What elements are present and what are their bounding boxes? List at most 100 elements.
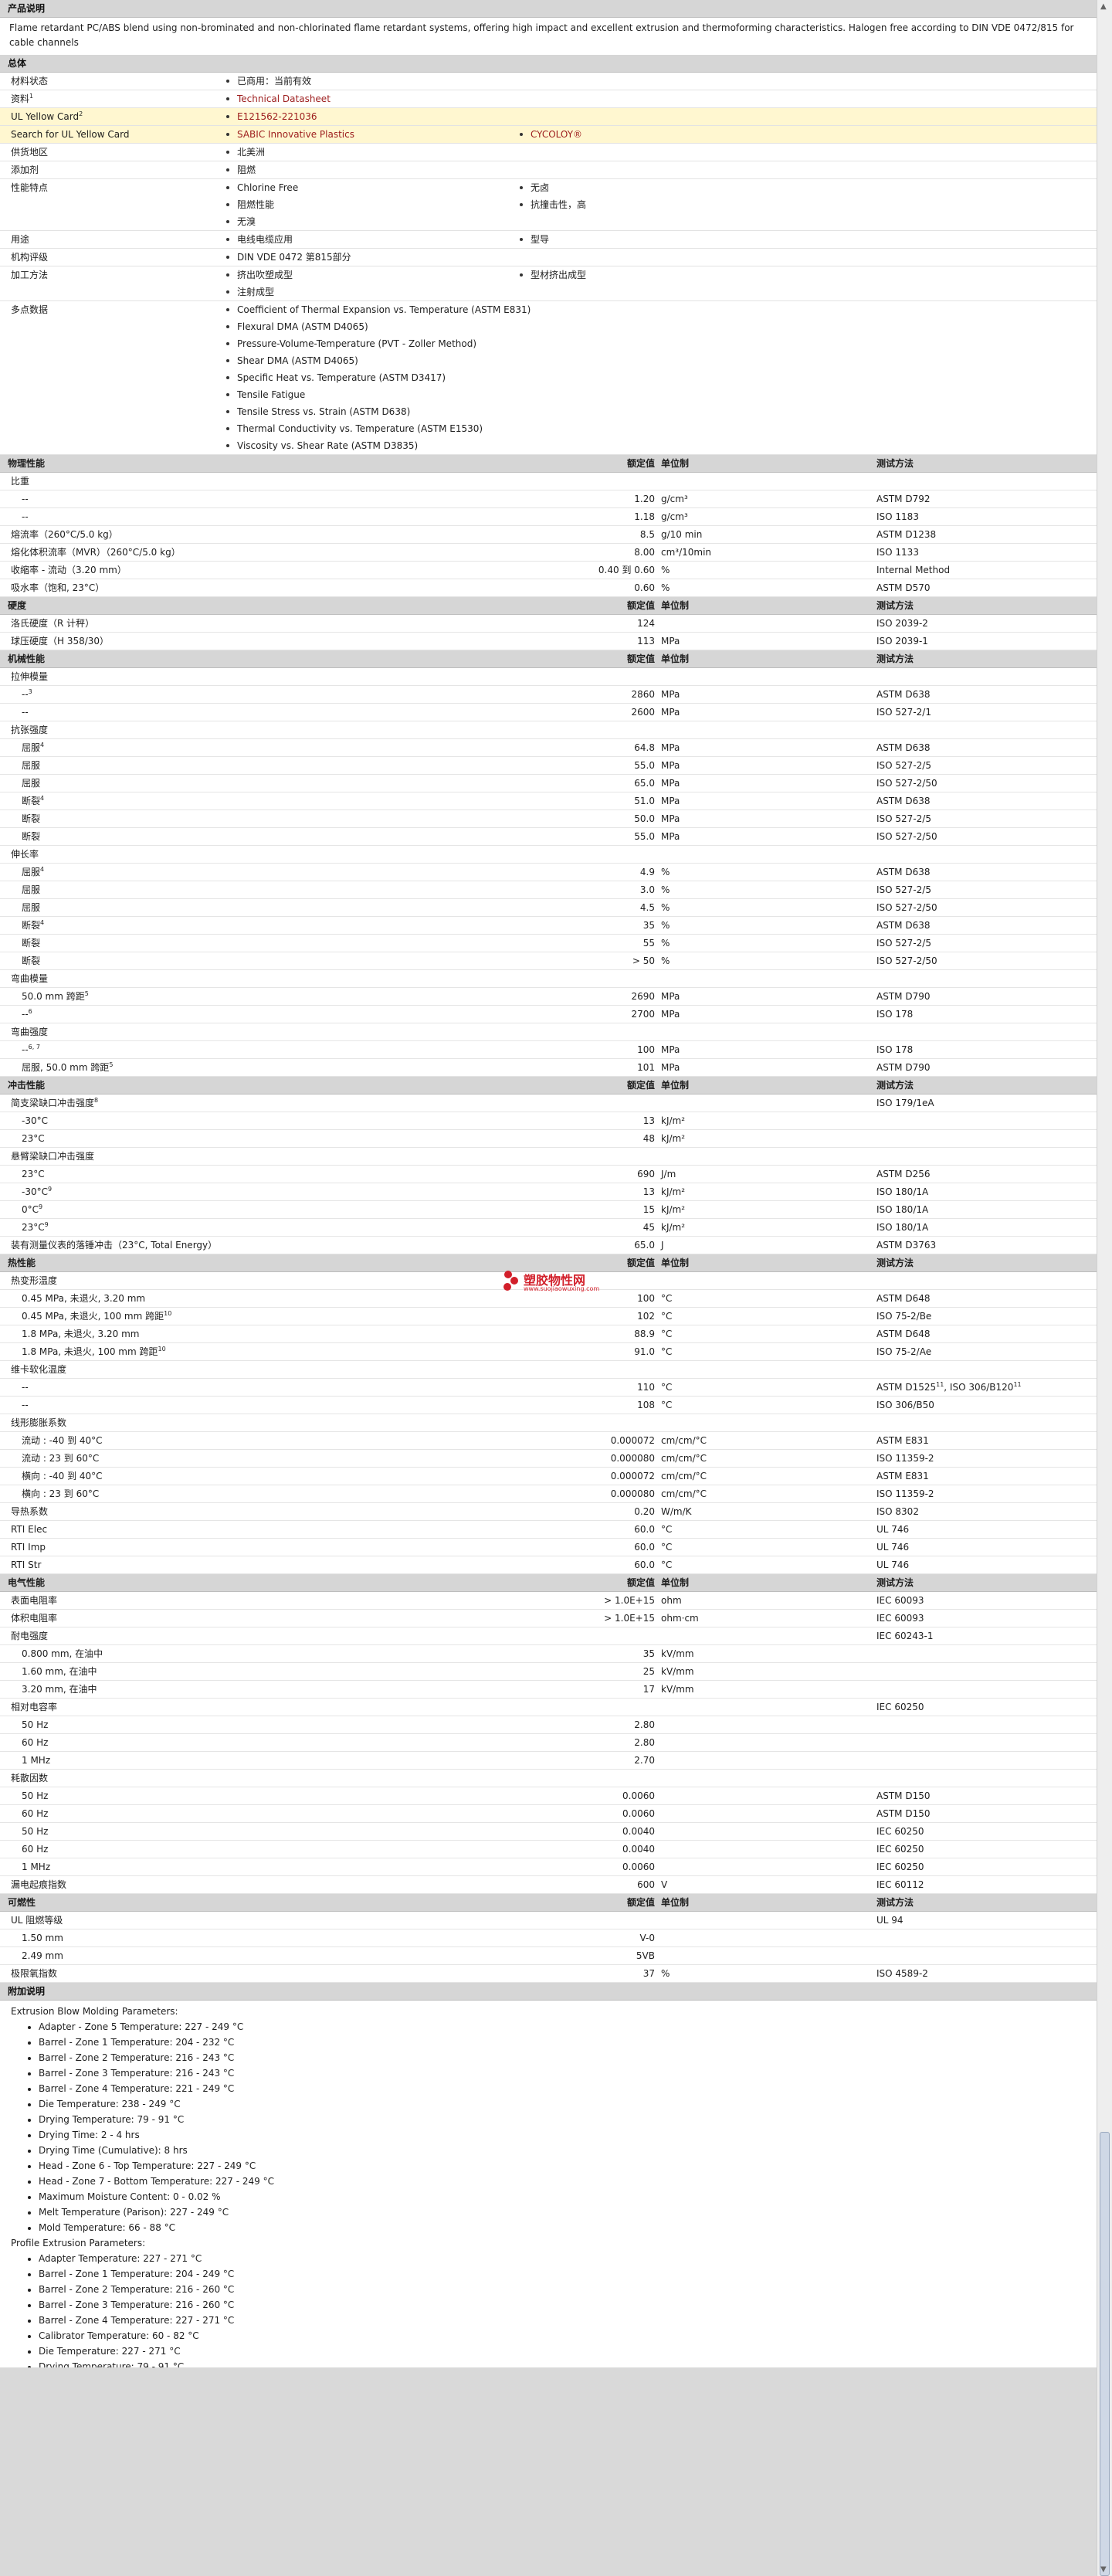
property-row: 2.49 mm 5VB bbox=[0, 1947, 1097, 1965]
property-unit bbox=[658, 1716, 876, 1733]
scrollbar-thumb[interactable] bbox=[1100, 2132, 1110, 2576]
property-label: --6, 7 bbox=[0, 1041, 587, 1058]
test-method-text: IEC 60250 bbox=[876, 1702, 924, 1712]
test-method-text: ASTM D638 bbox=[876, 796, 931, 806]
property-test-method: IEC 60250 bbox=[876, 1699, 1097, 1716]
scroll-down-icon[interactable]: ▼ bbox=[1100, 2565, 1107, 2574]
property-label-text: 屈服 bbox=[22, 778, 41, 789]
property-value: 37 bbox=[642, 1968, 655, 1979]
property-row: 屈服4 64.8 MPa ASTM D638 bbox=[0, 739, 1097, 757]
property-label-text: 横向 : -40 到 40°C bbox=[22, 1471, 103, 1481]
general-row: 资料1 Technical Datasheet bbox=[0, 90, 1097, 108]
property-label-text: 断裂 bbox=[22, 796, 41, 806]
property-label-text: 60 Hz bbox=[22, 1844, 49, 1855]
general-row: 机构评级 DIN VDE 0472 第815部分 bbox=[0, 249, 1097, 266]
property-value bbox=[587, 1699, 658, 1716]
property-label: 2.49 mm bbox=[0, 1947, 587, 1964]
test-method-text: ISO 527-2/1 bbox=[876, 707, 931, 718]
property-value bbox=[587, 970, 658, 987]
property-test-method: ISO 527-2/50 bbox=[876, 828, 1097, 845]
property-label: 屈服 bbox=[0, 881, 587, 898]
property-label: 1 MHz bbox=[0, 1752, 587, 1769]
property-value: 25 bbox=[642, 1666, 655, 1677]
general-row-label: 性能特点 bbox=[0, 179, 220, 230]
property-unit: % bbox=[661, 1968, 670, 1979]
property-label-text: 拉伸模量 bbox=[11, 671, 49, 682]
property-value: 1.20 bbox=[634, 494, 655, 504]
property-row: 1.8 MPa, 未退火, 3.20 mm 88.9 °C ASTM D648 bbox=[0, 1325, 1097, 1343]
property-unit bbox=[658, 615, 876, 632]
property-test-method: UL 94 bbox=[876, 1912, 1097, 1929]
property-value: 88.9 bbox=[634, 1329, 655, 1339]
property-label-text: 极限氧指数 bbox=[11, 1968, 58, 1979]
test-method-text: UL 746 bbox=[876, 1560, 910, 1570]
test-method-text: ISO 1183 bbox=[876, 511, 919, 522]
scroll-up-icon[interactable]: ▲ bbox=[1100, 2, 1107, 11]
property-test-method: ISO 11359-2 bbox=[876, 1450, 1097, 1467]
property-value: 13 bbox=[642, 1186, 655, 1197]
property-value: 5VB bbox=[636, 1950, 655, 1961]
property-test-method: IEC 60250 bbox=[876, 1841, 1097, 1858]
property-unit: MPa bbox=[661, 742, 680, 753]
property-value: 600 bbox=[637, 1879, 655, 1890]
property-label: 屈服4 bbox=[0, 864, 587, 881]
property-value: 35 bbox=[642, 1648, 655, 1659]
property-row: 流动 : -40 到 40°C 0.000072 cm/cm/°C ASTM E831 bbox=[0, 1432, 1097, 1450]
property-label: 0.800 mm, 在油中 bbox=[0, 1645, 587, 1662]
property-section-header: 硬度 额定值 单位制 测试方法 bbox=[0, 597, 1097, 615]
vertical-scrollbar[interactable]: ▲ ▼ bbox=[1097, 0, 1112, 2576]
general-link[interactable]: Technical Datasheet bbox=[220, 90, 514, 107]
general-label-text: 加工方法 bbox=[11, 270, 49, 280]
property-value: 0.0060 bbox=[622, 1808, 655, 1819]
property-unit bbox=[658, 1148, 876, 1165]
general-value: 型导 bbox=[514, 231, 807, 248]
property-unit: cm/cm/°C bbox=[661, 1435, 707, 1446]
general-link[interactable]: E121562-221036 bbox=[220, 108, 514, 125]
property-value: 51.0 bbox=[634, 796, 655, 806]
property-label-text: -- bbox=[22, 707, 29, 718]
property-test-method bbox=[876, 668, 1097, 685]
property-unit: MPa bbox=[661, 1062, 680, 1073]
property-label-text: 50 Hz bbox=[22, 1826, 49, 1837]
test-method-text: ASTM D1238 bbox=[876, 529, 937, 540]
property-label-text: 23°C bbox=[22, 1133, 45, 1144]
general-value: Shear DMA (ASTM D4065) bbox=[220, 352, 1097, 369]
property-test-method: ISO 178 bbox=[876, 1041, 1097, 1058]
property-value: 101 bbox=[637, 1062, 655, 1073]
test-method-text: ASTM D638 bbox=[876, 920, 931, 931]
test-method-text: 测试方法 bbox=[876, 1897, 914, 1908]
property-test-method bbox=[876, 1645, 1097, 1662]
property-unit: % bbox=[661, 867, 670, 877]
property-label: 极限氧指数 bbox=[0, 1965, 587, 1982]
property-row: --6 2700 MPa ISO 178 bbox=[0, 1006, 1097, 1023]
property-unit: MPa bbox=[661, 636, 680, 647]
test-method-text: ISO 180/1A bbox=[876, 1204, 929, 1215]
property-test-method: ISO 527-2/5 bbox=[876, 881, 1097, 898]
property-test-method: 测试方法 bbox=[876, 1574, 1097, 1591]
property-group-row: 维卡软化温度 bbox=[0, 1361, 1097, 1379]
test-method-text: IEC 60250 bbox=[876, 1844, 924, 1855]
property-label-text: -- bbox=[22, 494, 29, 504]
property-row: 23°C 690 J/m ASTM D256 bbox=[0, 1166, 1097, 1183]
property-test-method: ISO 527-2/50 bbox=[876, 775, 1097, 792]
property-test-method: IEC 60093 bbox=[876, 1610, 1097, 1627]
property-label: 表面电阻率 bbox=[0, 1592, 587, 1609]
property-unit: cm/cm/°C bbox=[661, 1471, 707, 1481]
property-label-text: -- bbox=[22, 689, 29, 700]
property-value: 113 bbox=[637, 636, 655, 647]
property-row: RTI Str 60.0 °C UL 746 bbox=[0, 1556, 1097, 1574]
general-link[interactable]: CYCOLOY® bbox=[514, 126, 807, 143]
property-value: 额定值 bbox=[626, 1897, 655, 1908]
property-unit bbox=[658, 721, 876, 738]
property-row: 横向 : 23 到 60°C 0.000080 cm/cm/°C ISO 11359-… bbox=[0, 1485, 1097, 1503]
property-test-method bbox=[876, 721, 1097, 738]
property-unit bbox=[658, 1823, 876, 1840]
general-link[interactable]: SABIC Innovative Plastics bbox=[220, 126, 514, 143]
property-label: 体积电阻率 bbox=[0, 1610, 587, 1627]
property-label: 断裂4 bbox=[0, 792, 587, 809]
test-method-text: ASTM D638 bbox=[876, 867, 931, 877]
property-label: -- bbox=[0, 1379, 587, 1396]
property-test-method bbox=[876, 1112, 1097, 1129]
property-label-text: 相对电容率 bbox=[11, 1702, 58, 1712]
property-value: 65.0 bbox=[634, 778, 655, 789]
